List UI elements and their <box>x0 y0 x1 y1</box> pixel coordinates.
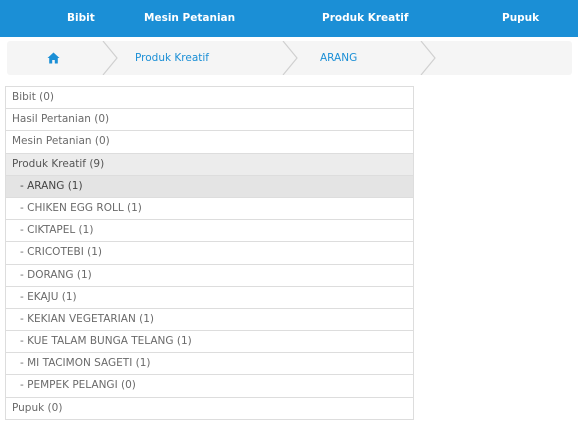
nav-item-produk-kreatif[interactable]: Produk Kreatif <box>322 0 408 37</box>
category-list: Bibit (0) Hasil Pertanian (0) Mesin Peta… <box>5 86 414 420</box>
subcategory-item-cricotebi[interactable]: - CRICOTEBI (1) <box>6 242 413 265</box>
top-navbar: Bibit Mesin Petanian Produk Kreatif Pupu… <box>0 0 578 37</box>
nav-item-pupuk[interactable]: Pupuk <box>502 0 539 37</box>
category-item-bibit[interactable]: Bibit (0) <box>6 87 413 110</box>
subcategory-item-dorang[interactable]: - DORANG (1) <box>6 265 413 287</box>
subcategory-item-arang[interactable]: - ARANG (1) <box>6 175 413 198</box>
breadcrumb-item-produk-kreatif[interactable]: Produk Kreatif <box>135 41 209 75</box>
subcategory-item-pempek-pelangi[interactable]: - PEMPEK PELANGI (0) <box>6 375 413 398</box>
subcategory-item-ciktapel[interactable]: - CIKTAPEL (1) <box>6 220 413 243</box>
subcategory-item-ekaju[interactable]: - EKAJU (1) <box>6 287 413 309</box>
category-item-produk-kreatif[interactable]: Produk Kreatif (9) <box>6 153 413 176</box>
breadcrumb-separator-icon <box>420 41 436 75</box>
category-item-mesin-petanian[interactable]: Mesin Petanian (0) <box>6 131 413 154</box>
category-item-pupuk[interactable]: Pupuk (0) <box>6 398 413 420</box>
subcategory-item-kekian-vegetarian[interactable]: - KEKIAN VEGETARIAN (1) <box>6 309 413 332</box>
breadcrumb: Produk Kreatif ARANG <box>7 41 572 75</box>
nav-item-bibit[interactable]: Bibit <box>67 0 95 37</box>
breadcrumb-item-arang[interactable]: ARANG <box>320 41 357 75</box>
subcategory-item-kue-talam-bunga-telang[interactable]: - KUE TALAM BUNGA TELANG (1) <box>6 331 413 354</box>
breadcrumb-separator-icon <box>102 41 118 75</box>
category-item-hasil-pertanian[interactable]: Hasil Pertanian (0) <box>6 109 413 132</box>
home-icon[interactable] <box>47 52 60 64</box>
subcategory-item-chiken-egg-roll[interactable]: - CHIKEN EGG ROLL (1) <box>6 198 413 221</box>
breadcrumb-separator-icon <box>282 41 298 75</box>
subcategory-item-mi-tacimon-sageti[interactable]: - MI TACIMON SAGETI (1) <box>6 353 413 376</box>
nav-item-mesin-petanian[interactable]: Mesin Petanian <box>144 0 235 37</box>
